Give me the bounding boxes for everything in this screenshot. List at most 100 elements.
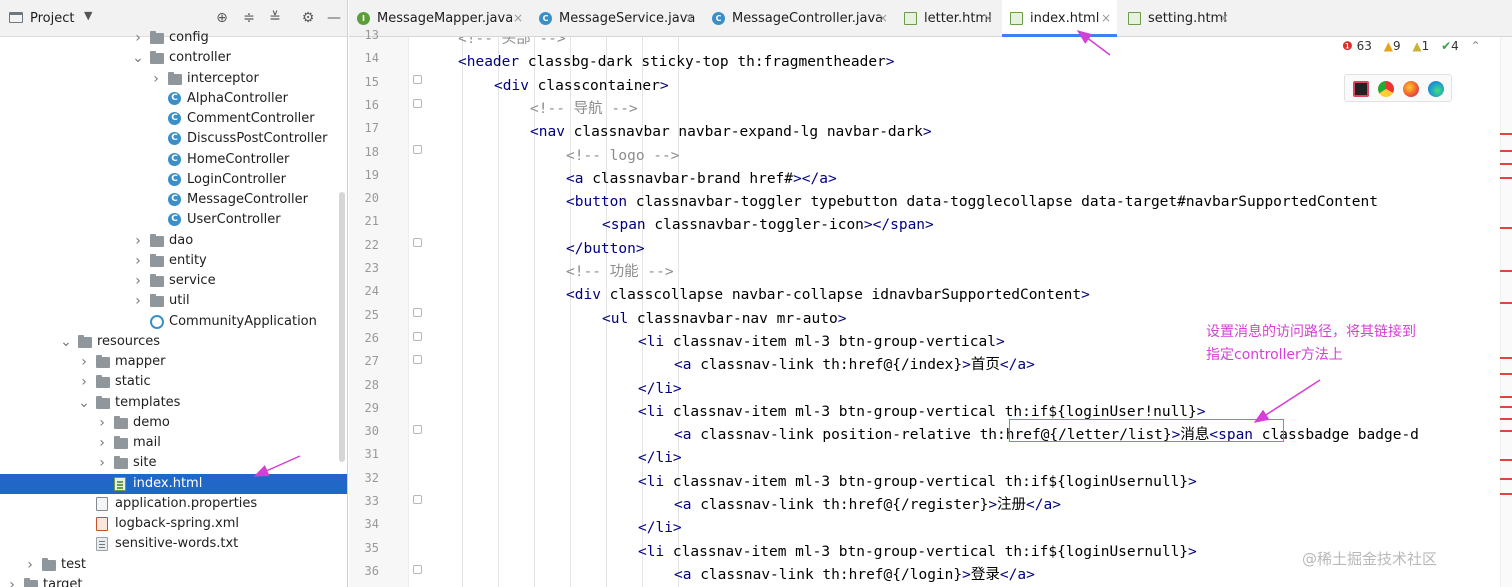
chevron-right-icon[interactable]: › — [132, 231, 144, 251]
code-line[interactable]: <a classnav-link th:href@{/login}>登录</a> — [674, 564, 1035, 587]
close-icon[interactable]: × — [513, 0, 523, 37]
code-line[interactable]: <ul classnavbar-nav mr-auto> — [602, 308, 846, 331]
error-stripe-mark[interactable] — [1500, 396, 1512, 398]
code-line[interactable]: </li> — [638, 447, 682, 470]
close-icon[interactable]: × — [878, 0, 888, 37]
tab-messagecontroller-java[interactable]: C MessageController.java × — [704, 0, 894, 37]
tree-item[interactable]: C CommentController — [0, 109, 347, 129]
tree-item[interactable]: › util — [0, 291, 347, 311]
code-line[interactable]: <nav classnavbar navbar-expand-lg navbar… — [530, 121, 932, 144]
tree-item[interactable]: › test — [0, 555, 347, 575]
code-line[interactable]: <li classnav-item ml-3 btn-group-vertica… — [638, 541, 1197, 564]
chevron-down-icon[interactable]: ⌄ — [60, 332, 72, 352]
collapse-all-icon[interactable]: ≚ — [266, 9, 284, 27]
error-stripe-mark[interactable] — [1500, 459, 1512, 461]
error-stripe-mark[interactable] — [1500, 177, 1512, 179]
tree-item[interactable]: › mapper — [0, 352, 347, 372]
code-line[interactable]: <li classnav-item ml-3 btn-group-vertica… — [638, 471, 1197, 494]
error-stripe-mark[interactable] — [1500, 406, 1512, 408]
chevron-right-icon[interactable]: › — [132, 291, 144, 311]
error-stripe-mark[interactable] — [1500, 227, 1512, 229]
tab-index-html[interactable]: index.html × — [1002, 0, 1117, 37]
error-stripe-mark[interactable] — [1500, 163, 1512, 165]
tree-item[interactable]: C HomeController — [0, 150, 347, 170]
code-line[interactable]: <!-- 导航 --> — [530, 98, 638, 121]
tree-item[interactable]: › dao — [0, 231, 347, 251]
tab-setting-html[interactable]: setting.html × — [1120, 0, 1235, 37]
code-line[interactable]: <!-- 头部 --> — [458, 37, 566, 51]
chevron-down-icon[interactable]: ⌄ — [132, 48, 144, 68]
sidebar-scrollbar[interactable] — [339, 192, 345, 462]
tree-item[interactable]: C UserController — [0, 210, 347, 230]
editor-scrollbar[interactable] — [1500, 37, 1512, 587]
close-icon[interactable]: × — [1219, 0, 1229, 37]
locate-icon[interactable]: ⊕ — [213, 9, 231, 27]
error-stripe-mark[interactable] — [1500, 302, 1512, 304]
tree-item[interactable]: sensitive-words.txt — [0, 534, 347, 554]
tree-item[interactable]: › demo — [0, 413, 347, 433]
fold-marker-icon[interactable] — [413, 145, 422, 155]
tree-item[interactable]: › target — [0, 575, 347, 587]
chevron-up-icon[interactable]: ⌃ — [1471, 39, 1481, 53]
tree-item[interactable]: › interceptor — [0, 69, 347, 89]
code-line[interactable]: <a classnav-link th:href@{/index}>首页</a> — [674, 354, 1035, 377]
project-title[interactable]: Project — [30, 11, 74, 26]
error-stripe-mark[interactable] — [1500, 493, 1512, 495]
tree-item[interactable]: › static — [0, 372, 347, 392]
chevron-right-icon[interactable]: › — [132, 251, 144, 271]
intellij-icon[interactable] — [1353, 81, 1369, 97]
warning-count[interactable]: ▲9 — [1384, 39, 1401, 53]
chrome-icon[interactable] — [1378, 81, 1394, 97]
error-count[interactable]: ❶ 63 — [1342, 39, 1372, 53]
error-stripe-mark[interactable] — [1500, 418, 1512, 420]
chevron-right-icon[interactable]: › — [24, 555, 36, 575]
gear-icon[interactable]: ⚙ — [299, 9, 317, 27]
code-line[interactable]: <div classcollapse navbar-collapse idnav… — [566, 284, 1090, 307]
fold-marker-icon[interactable] — [413, 331, 422, 341]
error-stripe-mark[interactable] — [1500, 133, 1512, 135]
chevron-right-icon[interactable]: › — [96, 453, 108, 473]
code-line[interactable]: <div classcontainer> — [494, 75, 669, 98]
fold-marker-icon[interactable] — [413, 308, 422, 318]
code-line[interactable]: <a classnavbar-brand href#></a> — [566, 168, 837, 191]
tab-letter-html[interactable]: letter.html × — [896, 0, 999, 37]
code-line[interactable]: <!-- 功能 --> — [566, 261, 674, 284]
tree-item[interactable]: C AlphaController — [0, 89, 347, 109]
code-editor[interactable]: <!-- 头部 --> <header classbg-dark sticky-t… — [422, 37, 1500, 587]
inspection-widget[interactable]: ❶ 63 ▲9 ▲1 ✔4 ⌃ — [1342, 39, 1489, 57]
close-icon[interactable]: × — [685, 0, 695, 37]
tree-item[interactable]: › entity — [0, 251, 347, 271]
tab-messageservice-java[interactable]: C MessageService.java × — [531, 0, 701, 37]
chevron-down-icon[interactable]: ▼ — [84, 9, 92, 22]
fold-marker-icon[interactable] — [413, 354, 422, 364]
chevron-right-icon[interactable]: › — [132, 28, 144, 48]
code-line[interactable]: <!-- logo --> — [566, 145, 680, 168]
chevron-right-icon[interactable]: › — [78, 352, 90, 372]
chevron-right-icon[interactable]: › — [132, 271, 144, 291]
tree-item[interactable]: application.properties — [0, 494, 347, 514]
error-stripe-mark[interactable] — [1500, 478, 1512, 480]
code-line[interactable]: </button> — [566, 238, 645, 261]
code-line[interactable]: <a classnav-link th:href@{/register}>注册<… — [674, 494, 1061, 517]
tree-item[interactable]: › service — [0, 271, 347, 291]
error-stripe-mark[interactable] — [1500, 373, 1512, 375]
fold-marker-icon[interactable] — [413, 98, 422, 108]
error-stripe-mark[interactable] — [1500, 270, 1512, 272]
error-stripe-mark[interactable] — [1500, 430, 1512, 432]
code-line[interactable]: </li> — [638, 378, 682, 401]
chevron-right-icon[interactable]: › — [78, 372, 90, 392]
tree-item[interactable]: C MessageController — [0, 190, 347, 210]
chevron-right-icon[interactable]: › — [150, 69, 162, 89]
typo-count[interactable]: ✔4 — [1441, 39, 1459, 53]
tree-item[interactable]: › mail — [0, 433, 347, 453]
code-line[interactable]: </li> — [638, 517, 682, 540]
fold-marker-icon[interactable] — [413, 424, 422, 434]
code-line[interactable]: <button classnavbar-toggler typebutton d… — [566, 191, 1378, 214]
error-stripe-mark[interactable] — [1500, 150, 1512, 152]
code-line[interactable]: <header classbg-dark sticky-top th:fragm… — [458, 51, 895, 74]
firefox-icon[interactable] — [1403, 81, 1419, 97]
tree-item[interactable]: logback-spring.xml — [0, 514, 347, 534]
code-line[interactable]: <span classnavbar-toggler-icon></span> — [602, 214, 934, 237]
weak-warning-count[interactable]: ▲1 — [1412, 39, 1429, 53]
error-stripe-mark[interactable] — [1500, 357, 1512, 359]
